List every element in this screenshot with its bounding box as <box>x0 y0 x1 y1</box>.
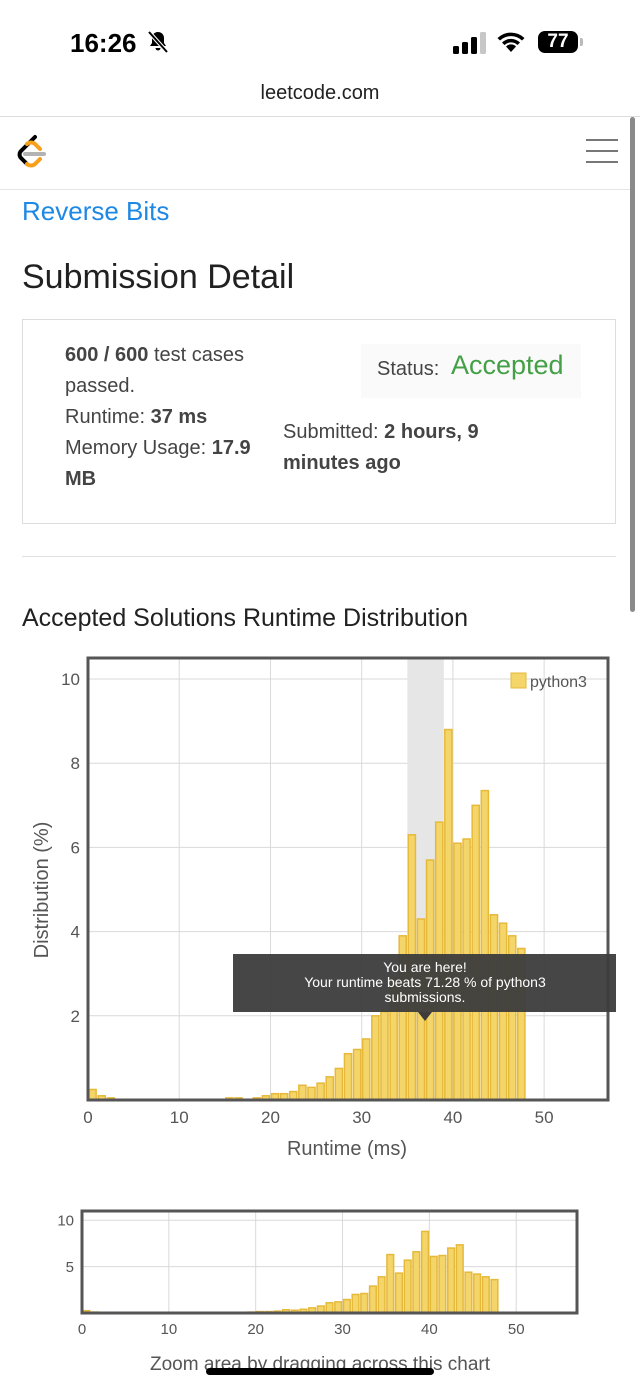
page-title: Submission Detail <box>22 258 295 296</box>
battery-tip <box>580 38 583 46</box>
y-axis-label: Distribution (%) <box>31 822 53 959</box>
histogram-bar[interactable] <box>420 1230 430 1314</box>
histogram-bar[interactable] <box>444 728 453 1101</box>
tooltip-line-2: Your runtime beats 71.28 % of python3 <box>304 974 546 990</box>
section-divider <box>22 556 616 557</box>
runtime-value: 37 ms <box>150 406 208 428</box>
tooltip: You are here! Your runtime beats 71.28 %… <box>233 954 616 1021</box>
home-indicator[interactable] <box>206 1368 434 1375</box>
leetcode-logo-icon[interactable] <box>14 134 50 177</box>
page-scrollbar[interactable] <box>630 117 635 612</box>
menu-icon[interactable] <box>586 139 618 167</box>
url-bar[interactable]: leetcode.com <box>0 82 640 116</box>
test-cases-count: 600 / 600 <box>65 344 149 366</box>
status-accepted[interactable]: Accepted <box>451 350 564 381</box>
y-tick-label: 6 <box>71 838 80 857</box>
histogram-bar[interactable] <box>471 804 481 1101</box>
x-tick-label: 20 <box>247 1321 264 1338</box>
clock: 16:26 <box>70 28 137 58</box>
histogram-bar[interactable] <box>394 1272 404 1314</box>
histogram-bar[interactable] <box>377 1276 386 1314</box>
histogram-bar[interactable] <box>307 1086 316 1101</box>
chart-heading: Accepted Solutions Runtime Distribution <box>22 604 469 632</box>
tooltip-line-3: submissions. <box>385 989 466 1005</box>
histogram-bar[interactable] <box>481 1276 490 1314</box>
problem-link[interactable]: Reverse Bits <box>22 196 169 227</box>
x-axis-label: Runtime (ms) <box>287 1138 407 1160</box>
histogram-bar[interactable] <box>298 1084 307 1101</box>
y-tick-label: 5 <box>66 1259 74 1276</box>
submitted-info: Submitted: 2 hours, 9 minutes ago <box>283 417 503 479</box>
legend-label: python3 <box>530 674 587 691</box>
x-tick-label: 10 <box>170 1108 189 1127</box>
histogram-bar[interactable] <box>480 789 490 1101</box>
silent-bell-icon <box>146 30 170 59</box>
histogram-bar[interactable] <box>361 1038 371 1101</box>
x-tick-label: 0 <box>83 1108 92 1127</box>
x-tick-label: 40 <box>443 1108 462 1127</box>
runtime-label: Runtime: <box>65 406 146 428</box>
histogram-bar[interactable] <box>455 1244 464 1314</box>
histogram-bar[interactable] <box>316 1082 325 1101</box>
ios-status-bar: 16:26 77 <box>0 0 640 80</box>
status-box: Status: Accepted <box>361 344 581 398</box>
histogram-bar[interactable] <box>368 1285 378 1314</box>
histogram-bar[interactable] <box>360 1292 369 1314</box>
x-tick-label: 50 <box>535 1108 554 1127</box>
y-tick-label: 2 <box>71 1007 80 1026</box>
y-tick-label: 10 <box>57 1213 74 1230</box>
battery-icon: 77 <box>538 31 578 53</box>
histogram-bar[interactable] <box>429 1255 438 1314</box>
submission-summary: 600 / 600 test cases passed. Runtime: 37… <box>65 340 280 495</box>
y-tick-label: 10 <box>61 670 80 689</box>
status-label: Status: <box>377 358 440 380</box>
tooltip-line-1: You are here! <box>383 959 467 975</box>
x-tick-label: 0 <box>78 1321 86 1338</box>
x-tick-label: 20 <box>261 1108 280 1127</box>
histogram-bar[interactable] <box>371 1015 380 1101</box>
x-tick-label: 10 <box>160 1321 177 1338</box>
histogram-bar[interactable] <box>438 1254 447 1314</box>
histogram-bar[interactable] <box>343 1052 353 1101</box>
site-navbar <box>0 117 630 190</box>
y-tick-label: 8 <box>71 754 80 773</box>
x-tick-label: 40 <box>421 1321 438 1338</box>
memory-label: Memory Usage: <box>65 437 207 459</box>
histogram-bar[interactable] <box>446 1247 456 1314</box>
histogram-bar[interactable] <box>386 1253 395 1314</box>
histogram-bar[interactable] <box>342 1298 351 1314</box>
plot-frame <box>86 656 610 1102</box>
x-tick-label: 50 <box>508 1321 525 1338</box>
histogram-bar[interactable] <box>334 1301 343 1314</box>
cellular-signal-icon <box>453 32 487 59</box>
histogram-bar[interactable] <box>352 1048 362 1101</box>
submitted-label: Submitted: <box>283 421 379 443</box>
runtime-distribution-chart[interactable]: 0 10 20 30 40 50 2 4 6 8 10 Runtime (ms) Distribut… <box>0 650 640 1170</box>
histogram-bar[interactable] <box>464 1271 473 1314</box>
x-tick-label: 30 <box>352 1108 371 1127</box>
legend[interactable]: python3 <box>510 672 587 691</box>
histogram-bar[interactable] <box>490 1278 499 1314</box>
histogram-bar[interactable] <box>88 1088 97 1101</box>
histogram-bar[interactable] <box>380 1010 389 1101</box>
wifi-icon <box>496 29 526 58</box>
histogram-bar[interactable] <box>325 1302 334 1314</box>
legend-swatch <box>510 672 527 689</box>
x-tick-label: 30 <box>334 1321 351 1338</box>
histogram-bar[interactable] <box>403 1259 412 1314</box>
y-tick-label: 4 <box>71 923 80 942</box>
histogram-bar[interactable] <box>325 1076 335 1101</box>
zoom-navigator-chart[interactable]: 0 10 20 30 40 50510 Zoom area by dragging acr… <box>0 1200 640 1387</box>
histogram-bar[interactable] <box>473 1273 482 1314</box>
histogram-bar[interactable] <box>334 1067 344 1101</box>
histogram-bar[interactable] <box>351 1293 360 1314</box>
navigator-frame <box>80 1209 579 1315</box>
submission-panel: 600 / 600 test cases passed. Runtime: 37… <box>22 319 616 524</box>
histogram-bar[interactable] <box>412 1251 421 1314</box>
